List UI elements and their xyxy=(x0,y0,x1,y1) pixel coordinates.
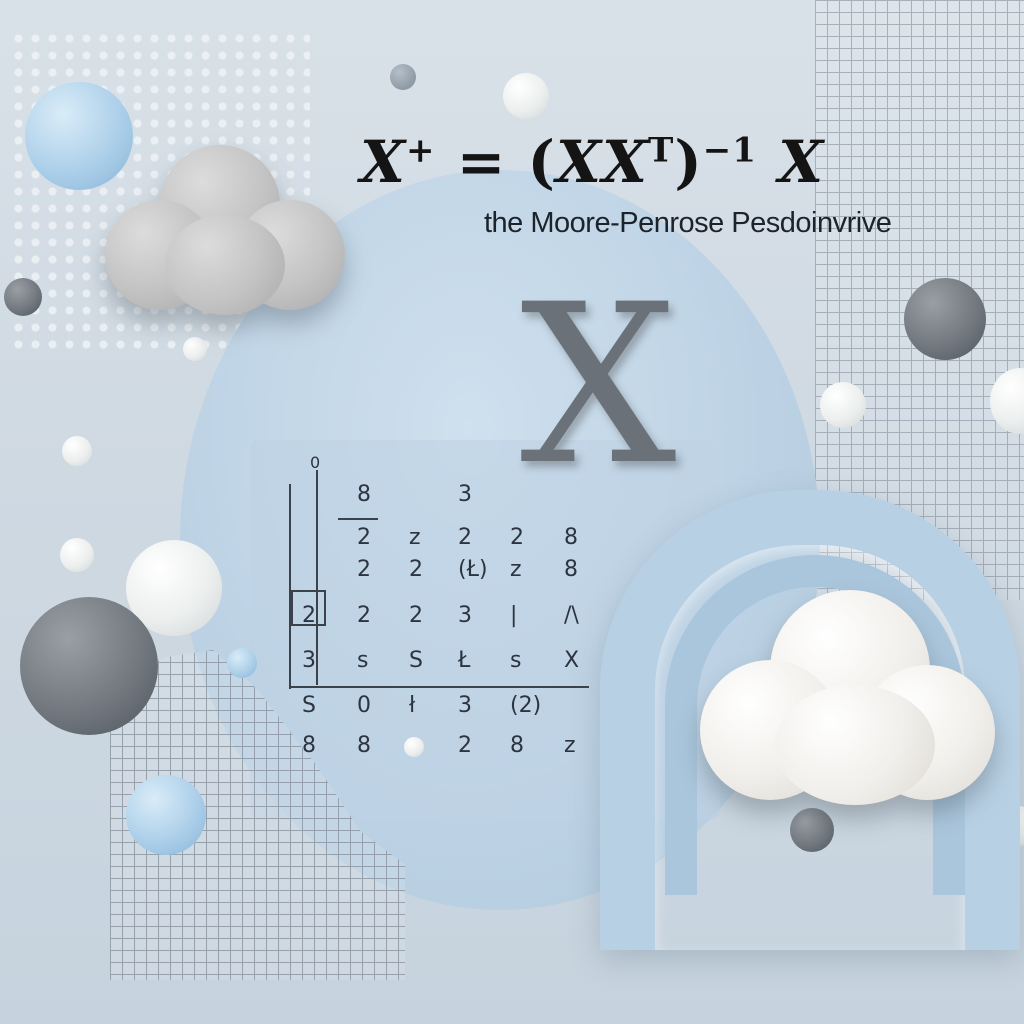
sphere-white-matrix xyxy=(404,737,424,757)
formula-close-paren: ) xyxy=(674,128,703,196)
matrix-cell: z xyxy=(409,525,421,550)
formula-open-paren: ( xyxy=(527,128,556,196)
sphere-white-small xyxy=(62,436,92,466)
matrix-cell: 2 xyxy=(409,603,423,628)
matrix-cell: z xyxy=(564,733,576,758)
sphere-grey-small xyxy=(4,278,42,316)
matrix-cell: s xyxy=(510,648,522,673)
matrix-cell: z xyxy=(510,557,522,582)
matrix-cell: 2 xyxy=(357,557,371,582)
matrix-cell: 8 xyxy=(357,733,371,758)
formula-exponent: −1 xyxy=(702,130,757,171)
matrix-cell: 3 xyxy=(458,482,472,507)
formula-inner: XX xyxy=(555,128,648,196)
matrix-cell: | xyxy=(510,603,518,628)
formula-rhs: X xyxy=(778,128,825,196)
matrix-cell: 0 xyxy=(357,693,371,718)
big-x-symbol: X xyxy=(520,257,677,513)
sphere-white-tiny xyxy=(183,337,207,361)
sphere-small xyxy=(390,64,416,90)
matrix-cell: 2 xyxy=(409,557,423,582)
matrix-cell: 2 xyxy=(357,525,371,550)
matrix-cell: 8 xyxy=(564,557,578,582)
sphere-blue-small xyxy=(227,648,257,678)
sphere-white-right xyxy=(820,382,866,428)
formula-inner-sup: T xyxy=(648,130,675,171)
matrix-cell: 3 xyxy=(458,693,472,718)
matrix-cell: 3 xyxy=(458,603,472,628)
matrix-cell: 2 xyxy=(458,733,472,758)
matrix-cell: S xyxy=(409,648,423,673)
formula-lhs-sup: + xyxy=(406,130,436,171)
matrix-fraction-bar xyxy=(338,518,378,520)
matrix-cell: X xyxy=(564,648,580,673)
matrix-cell: 2 xyxy=(510,525,524,550)
matrix-cell: Ł xyxy=(458,648,471,673)
sphere-blue-bottom xyxy=(126,775,206,855)
matrix-cell: ł xyxy=(409,693,416,718)
sphere-grey-large xyxy=(20,597,158,735)
matrix-vertical-line-2 xyxy=(316,470,318,685)
matrix-cell: 2 xyxy=(302,603,316,628)
sphere-grey-right xyxy=(904,278,986,360)
caption-text: the Moore-Penrose Pesdoinvrive xyxy=(484,207,892,239)
matrix-cell: 8 xyxy=(302,733,316,758)
formula-lhs: X xyxy=(360,128,407,196)
matrix-cell: S xyxy=(302,693,316,718)
matrix-cell: /\ xyxy=(564,603,579,628)
matrix-cell: 2 xyxy=(357,603,371,628)
sphere-white-top xyxy=(503,73,549,119)
matrix-cell: (Ł) xyxy=(458,557,488,582)
matrix-cell: 8 xyxy=(564,525,578,550)
formula-equals: = xyxy=(456,128,507,196)
matrix-cell: (2) xyxy=(510,693,542,718)
cloud-white xyxy=(700,590,995,805)
cloud-grey xyxy=(105,140,345,315)
matrix-cell: 2 xyxy=(458,525,472,550)
matrix-vertical-line xyxy=(289,484,291,689)
matrix-horizontal-line xyxy=(289,686,589,688)
matrix-cell: 8 xyxy=(357,482,371,507)
matrix-cell: s xyxy=(357,648,369,673)
matrix-cell: 8 xyxy=(510,733,524,758)
matrix-cell: 3 xyxy=(302,648,316,673)
sphere-white-small-2 xyxy=(60,538,94,572)
pseudoinverse-formula: X+ = (XXT)−1 X xyxy=(360,128,824,196)
